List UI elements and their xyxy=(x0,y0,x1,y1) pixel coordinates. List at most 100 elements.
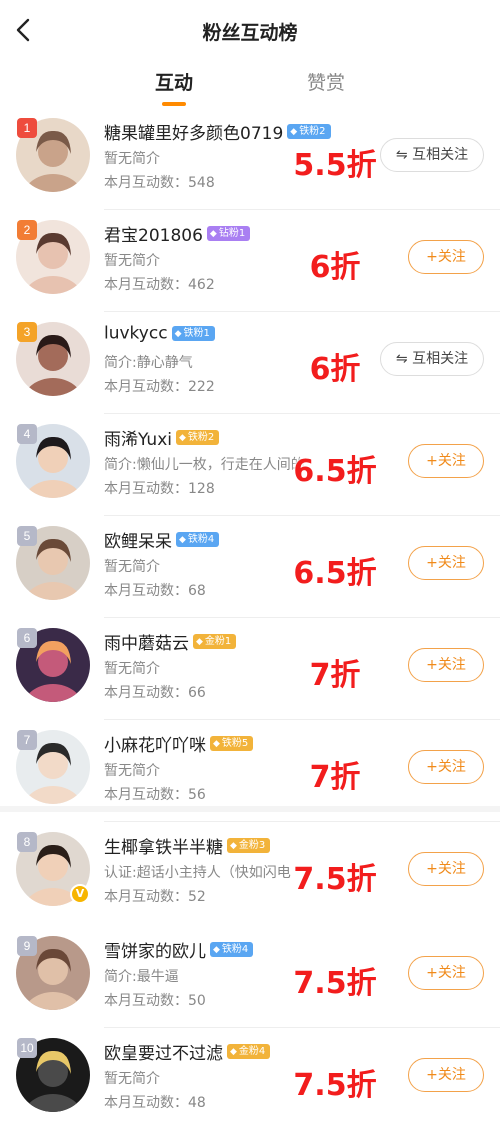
list-item[interactable]: 1 糖果罐里好多颜色0719 ◆ 铁粉2 暂无简介本月互动数：548 5.5折 ⇋ 互相关注 xyxy=(0,108,500,210)
fan-level-badge: ◆ 金粉4 xyxy=(227,1044,271,1059)
name-line: 雨中蘑菇云 ◆ 金粉1 xyxy=(104,629,237,655)
list-item[interactable]: 6 雨中蘑菇云 ◆ 金粉1 暂无简介 本月互动数：66 7折 +关注 xyxy=(0,618,500,720)
user-name[interactable]: luvkycc xyxy=(104,324,168,344)
discount-overlay-text: 6折 xyxy=(309,250,361,285)
follow-button[interactable]: +关注 xyxy=(408,648,484,682)
fan-level-label: 钻粉1 xyxy=(218,228,246,239)
diamond-icon: ◆ xyxy=(230,841,237,851)
follow-button[interactable]: +关注 xyxy=(408,546,484,580)
mutual-follow-button[interactable]: ⇋ 互相关注 xyxy=(380,342,484,376)
rank-badge: 4 xyxy=(17,424,37,444)
rank-badge: 3 xyxy=(17,322,37,342)
active-tab-indicator xyxy=(162,102,186,106)
list-item[interactable]: 3 luvkycc ◆ 铁粉1 简介:静心静气 本月互动数：222 6折 ⇋ 互相关注 xyxy=(0,312,500,414)
user-bio: 暂无简介 xyxy=(104,1071,160,1087)
mutual-follow-button[interactable]: ⇋ 互相关注 xyxy=(380,138,484,172)
fan-level-label: 铁粉2 xyxy=(299,126,326,137)
diamond-icon: ◆ xyxy=(213,739,220,749)
header-bar: 粉丝互动榜 xyxy=(0,0,500,60)
name-line: 欧皇要过不过滤 ◆ 金粉4 xyxy=(104,1039,271,1065)
list-item[interactable]: 2 君宝201806 ◆ 钻粉1 暂无简介 本月互动数：462 6折 +关注 xyxy=(0,210,500,312)
fan-level-label: 金粉4 xyxy=(238,1046,266,1057)
fan-level-label: 金粉1 xyxy=(204,636,232,647)
discount-overlay-text: 7.5折 xyxy=(293,1068,377,1103)
list-item[interactable]: 9 雪饼家的欧儿 ◆ 铁粉4 简介:最牛逼 本月互动数：50 7.5折 +关注 xyxy=(0,926,500,1028)
list-item[interactable]: 5 欧鲤呆呆 ◆ 铁粉4 暂无简介本月互动数：68 6.5折 +关注 xyxy=(0,516,500,618)
rank-badge: 5 xyxy=(17,526,37,546)
diamond-icon: ◆ xyxy=(196,637,203,647)
fan-level-badge: ◆ 铁粉2 xyxy=(287,124,331,139)
user-name[interactable]: 君宝201806 xyxy=(104,226,203,246)
user-bio: 暂无简介 xyxy=(104,253,160,269)
interaction-count: 本月互动数：68 xyxy=(104,583,206,599)
follow-button[interactable]: +关注 xyxy=(408,444,484,478)
fan-level-badge: ◆ 铁粉2 xyxy=(176,430,220,445)
fan-level-label: 铁粉1 xyxy=(183,328,210,339)
user-bio: 暂无简介 xyxy=(104,151,160,167)
fan-level-badge: ◆ 铁粉4 xyxy=(210,942,254,957)
fan-level-badge: ◆ 金粉3 xyxy=(227,838,271,853)
fan-level-label: 铁粉5 xyxy=(221,738,249,749)
follow-button[interactable]: +关注 xyxy=(408,1058,484,1092)
diamond-icon: ◆ xyxy=(174,329,182,339)
diamond-icon: ◆ xyxy=(179,433,186,443)
follow-button[interactable]: +关注 xyxy=(408,852,484,886)
user-bio: 暂无简介 xyxy=(104,559,160,575)
user-name[interactable]: 雨中蘑菇云 xyxy=(104,634,189,654)
interaction-count: 本月互动数：128 xyxy=(104,481,215,497)
user-name[interactable]: 小麻花吖吖咪 xyxy=(104,736,206,756)
user-name[interactable]: 雨浠Yuxi xyxy=(104,430,172,450)
rank-badge: 7 xyxy=(17,730,37,750)
user-bio: 简介:静心静气 xyxy=(104,355,193,371)
user-bio: 简介:懒仙儿一枚，行走在人间的 xyxy=(104,457,305,473)
discount-overlay-text: 6.5折 xyxy=(293,454,377,489)
fan-level-badge: ◆ 铁粉1 xyxy=(171,326,215,341)
user-bio: 暂无简介 xyxy=(104,763,160,779)
fan-level-label: 金粉3 xyxy=(238,840,266,851)
user-name[interactable]: 雪饼家的欧儿 xyxy=(104,942,206,962)
list-item[interactable]: 10 欧皇要过不过滤 ◆ 金粉4 暂无简介 本月互动数：48 7.5折 +关注 xyxy=(0,1028,500,1130)
user-name[interactable]: 生椰拿铁半半糖 xyxy=(104,838,223,858)
interaction-count: 本月互动数：462 xyxy=(104,277,215,293)
diamond-icon: ◆ xyxy=(179,535,186,545)
name-line: 雨浠Yuxi ◆ 铁粉2 xyxy=(104,425,220,451)
diamond-icon: ◆ xyxy=(213,945,220,955)
discount-overlay-text: 6.5折 xyxy=(293,556,377,591)
rank-badge: 6 xyxy=(17,628,37,648)
tab-interaction[interactable]: 互动 xyxy=(134,68,214,95)
follow-button[interactable]: +关注 xyxy=(408,240,484,274)
interaction-count: 本月互动数：56 xyxy=(104,787,206,803)
diamond-icon: ◆ xyxy=(209,229,217,239)
name-line: 欧鲤呆呆 ◆ 铁粉4 xyxy=(104,527,220,553)
fan-level-label: 铁粉2 xyxy=(187,432,215,443)
interaction-count: 本月互动数：222 xyxy=(104,379,215,395)
fan-level-label: 铁粉4 xyxy=(221,944,249,955)
user-bio: 简介:最牛逼 xyxy=(104,969,179,985)
name-line: 生椰拿铁半半糖 ◆ 金粉3 xyxy=(104,833,271,859)
diamond-icon: ◆ xyxy=(230,1047,237,1057)
tab-reward[interactable]: 赞赏 xyxy=(286,68,366,95)
rank-badge: 9 xyxy=(17,936,37,956)
list-item[interactable]: 8 V 生椰拿铁半半糖 ◆ 金粉3 认证:超话小主持人（快如闪电 本月互动数：52 7.5折 +… xyxy=(0,822,500,924)
user-name[interactable]: 欧鲤呆呆 xyxy=(104,532,172,552)
user-name[interactable]: 糖果罐里好多颜色0719 xyxy=(104,124,283,144)
name-line: luvkycc ◆ 铁粉1 xyxy=(104,323,215,349)
user-bio: 认证:超话小主持人（快如闪电 xyxy=(104,865,291,881)
page-title: 粉丝互动榜 xyxy=(202,22,298,44)
fan-level-badge: ◆ 金粉1 xyxy=(193,634,237,649)
discount-overlay-text: 5.5折 xyxy=(293,148,377,183)
discount-overlay-text: 7折 xyxy=(309,658,361,693)
user-bio: 暂无简介 xyxy=(104,661,160,677)
follow-button[interactable]: +关注 xyxy=(408,750,484,784)
user-name[interactable]: 欧皇要过不过滤 xyxy=(104,1044,223,1064)
interaction-count: 本月互动数：548 xyxy=(104,175,215,191)
discount-overlay-text: 7.5折 xyxy=(293,862,377,897)
fan-level-badge: ◆ 铁粉4 xyxy=(176,532,220,547)
list-item[interactable]: 4 雨浠Yuxi ◆ 铁粉2 简介:懒仙儿一枚，行走在人间的 本月互动数：128 6.5折 +… xyxy=(0,414,500,516)
fan-level-badge: ◆ 钻粉1 xyxy=(206,226,251,241)
discount-overlay-text: 7折 xyxy=(309,760,361,795)
follow-button[interactable]: +关注 xyxy=(408,956,484,990)
fan-level-badge: ◆ 铁粉5 xyxy=(210,736,254,751)
rank-badge: 1 xyxy=(17,118,37,138)
interaction-count: 本月互动数：48 xyxy=(104,1095,206,1111)
